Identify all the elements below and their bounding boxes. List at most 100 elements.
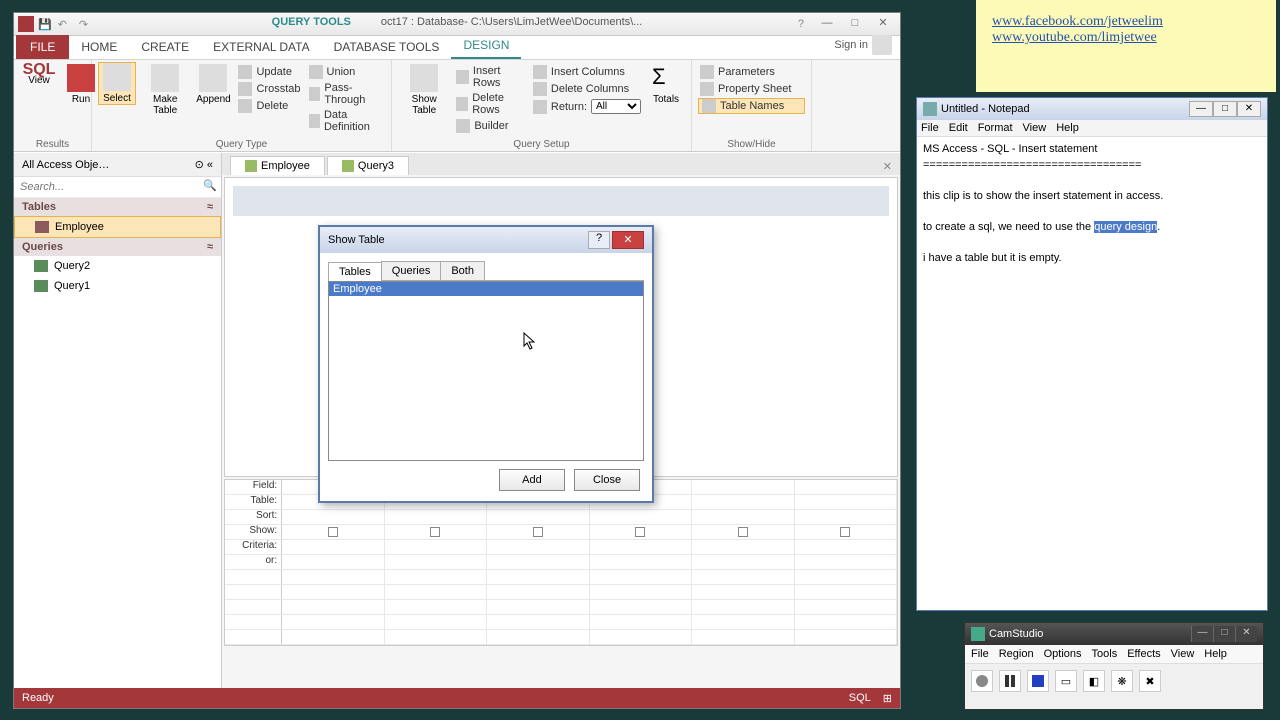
return-select[interactable]: All [591, 99, 641, 114]
menu-region[interactable]: Region [999, 648, 1034, 660]
close-button[interactable]: ✕ [1235, 626, 1257, 642]
dialog-close-button[interactable]: ✕ [612, 231, 644, 249]
nav-section-tables[interactable]: Tables≈ [14, 198, 221, 216]
camstudio-menu: File Region Options Tools Effects View H… [965, 645, 1263, 664]
status-sql[interactable]: SQL [849, 692, 871, 704]
menu-view[interactable]: View [1171, 648, 1195, 660]
tab-database-tools[interactable]: DATABASE TOOLS [322, 35, 452, 59]
toolbar-button[interactable]: ✖ [1139, 670, 1161, 692]
stop-button[interactable] [1027, 670, 1049, 692]
dialog-titlebar[interactable]: Show Table ? ✕ [320, 227, 652, 253]
pause-button[interactable] [999, 670, 1021, 692]
tab-home[interactable]: HOME [69, 35, 129, 59]
doc-tab-employee[interactable]: Employee [230, 156, 325, 175]
insert-columns-button[interactable]: Insert Columns [531, 64, 643, 80]
doc-close-button[interactable]: ✕ [875, 158, 900, 175]
link-facebook[interactable]: www.facebook.com/jetweelim [992, 14, 1260, 30]
insert-rows-button[interactable]: Insert Rows [454, 64, 527, 90]
delete-columns-button[interactable]: Delete Columns [531, 81, 643, 97]
grid-label-or: or: [225, 555, 282, 569]
sticky-note: www.facebook.com/jetweelim www.youtube.c… [976, 0, 1276, 92]
union-button[interactable]: Union [307, 64, 385, 80]
view-button[interactable]: SQLView [20, 62, 58, 88]
menu-file[interactable]: File [921, 122, 939, 134]
nav-header[interactable]: All Access Obje…⊙ « [14, 153, 221, 177]
tab-file[interactable]: FILE [16, 35, 69, 59]
show-checkbox[interactable] [840, 527, 850, 537]
qa-save-icon[interactable]: 💾 [38, 18, 52, 31]
toolbar-button[interactable]: ❋ [1111, 670, 1133, 692]
menu-help[interactable]: Help [1204, 648, 1227, 660]
add-button[interactable]: Add [499, 469, 565, 491]
parameters-button[interactable]: Parameters [698, 64, 805, 80]
record-button[interactable] [971, 670, 993, 692]
toolbar-button[interactable]: ▭ [1055, 670, 1077, 692]
maximize-button[interactable]: □ [1213, 626, 1235, 642]
show-table-button[interactable]: Show Table [398, 62, 450, 118]
totals-button[interactable]: ΣTotals [647, 62, 685, 107]
show-checkbox[interactable] [430, 527, 440, 537]
menu-help[interactable]: Help [1056, 122, 1079, 134]
sign-in[interactable]: Sign in [826, 31, 900, 59]
dialog-tab-tables[interactable]: Tables [328, 262, 382, 281]
dialog-tabs: Tables Queries Both [328, 261, 644, 281]
maximize-button[interactable]: □ [1213, 101, 1237, 117]
search-icon[interactable]: 🔍 [203, 179, 217, 195]
query-design-grid[interactable]: Field: Table: Sort: Show: Criteria: or: [224, 479, 898, 646]
qa-redo-icon[interactable]: ↷ [79, 18, 88, 31]
make-table-button[interactable]: Make Table [140, 62, 190, 118]
dialog-help-button[interactable]: ? [588, 231, 610, 249]
list-item-employee[interactable]: Employee [329, 282, 643, 296]
dialog-table-list[interactable]: Employee [328, 281, 644, 461]
minimize-button[interactable]: — [1189, 101, 1213, 117]
tab-create[interactable]: CREATE [129, 35, 201, 59]
dialog-tab-queries[interactable]: Queries [381, 261, 442, 280]
menu-edit[interactable]: Edit [949, 122, 968, 134]
data-definition-button[interactable]: Data Definition [307, 108, 385, 134]
select-button[interactable]: Select [98, 62, 136, 105]
delete-button[interactable]: Delete [236, 98, 302, 114]
tab-design[interactable]: DESIGN [451, 33, 521, 59]
menu-effects[interactable]: Effects [1127, 648, 1160, 660]
crosstab-button[interactable]: Crosstab [236, 81, 302, 97]
table-names-button[interactable]: Table Names [698, 98, 805, 114]
tab-external-data[interactable]: EXTERNAL DATA [201, 35, 321, 59]
builder-button[interactable]: Builder [454, 118, 527, 134]
ribbon-tabs: FILE HOME CREATE EXTERNAL DATA DATABASE … [14, 36, 900, 60]
show-checkbox[interactable] [738, 527, 748, 537]
toolbar-button[interactable]: ◧ [1083, 670, 1105, 692]
show-checkbox[interactable] [328, 527, 338, 537]
menu-options[interactable]: Options [1044, 648, 1082, 660]
close-button[interactable]: ✕ [1237, 101, 1261, 117]
search-input[interactable] [18, 179, 203, 195]
append-button[interactable]: Append [194, 62, 232, 107]
pass-through-button[interactable]: Pass-Through [307, 81, 385, 107]
help-icon[interactable]: ? [798, 18, 804, 30]
notepad-text[interactable]: MS Access - SQL - Insert statement =====… [917, 137, 1267, 270]
camstudio-titlebar[interactable]: CamStudio — □ ✕ [965, 623, 1263, 645]
link-youtube[interactable]: www.youtube.com/limjetwee [992, 30, 1260, 46]
minimize-button[interactable]: — [1191, 626, 1213, 642]
dialog-tab-both[interactable]: Both [440, 261, 485, 280]
menu-tools[interactable]: Tools [1092, 648, 1118, 660]
close-button[interactable]: Close [574, 469, 640, 491]
nav-item-query2[interactable]: Query2 [14, 256, 221, 276]
nav-item-query1[interactable]: Query1 [14, 276, 221, 296]
menu-format[interactable]: Format [978, 122, 1013, 134]
notepad-titlebar[interactable]: Untitled - Notepad — □ ✕ [917, 98, 1267, 120]
property-sheet-button[interactable]: Property Sheet [698, 81, 805, 97]
nav-search[interactable]: 🔍 [14, 177, 221, 198]
camstudio-toolbar: ▭ ◧ ❋ ✖ [965, 664, 1263, 698]
view-switcher-icon[interactable]: ⊞ [883, 692, 892, 705]
delete-rows-button[interactable]: Delete Rows [454, 91, 527, 117]
menu-view[interactable]: View [1023, 122, 1047, 134]
menu-file[interactable]: File [971, 648, 989, 660]
show-checkbox[interactable] [533, 527, 543, 537]
nav-item-employee[interactable]: Employee [14, 216, 221, 238]
qa-undo-icon[interactable]: ↶ [58, 18, 67, 31]
nav-section-queries[interactable]: Queries≈ [14, 238, 221, 256]
update-button[interactable]: Update [236, 64, 302, 80]
show-checkbox[interactable] [635, 527, 645, 537]
return-control[interactable]: Return: All [531, 98, 643, 115]
doc-tab-query3[interactable]: Query3 [327, 156, 409, 175]
